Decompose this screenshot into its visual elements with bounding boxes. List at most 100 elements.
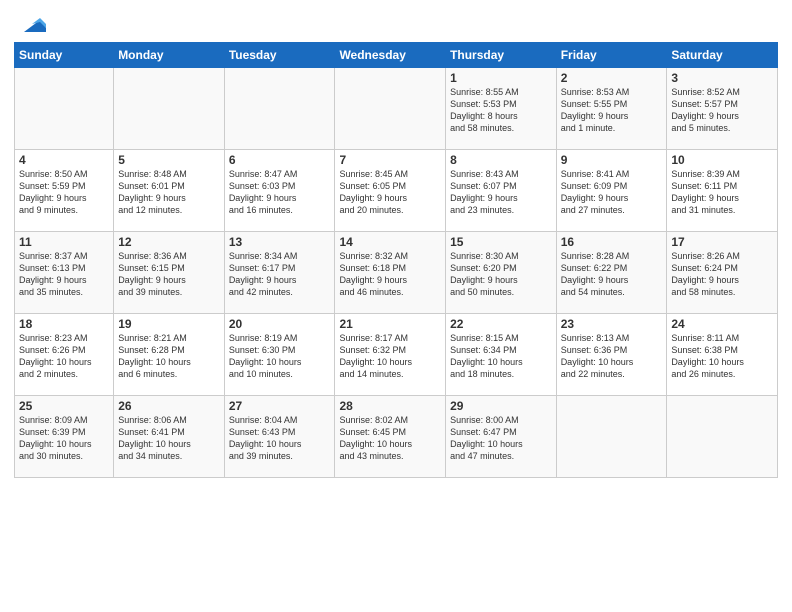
day-cell: 11Sunrise: 8:37 AM Sunset: 6:13 PM Dayli…	[15, 232, 114, 314]
day-number: 6	[229, 153, 331, 167]
day-info: Sunrise: 8:06 AM Sunset: 6:41 PM Dayligh…	[118, 414, 220, 463]
week-row-4: 18Sunrise: 8:23 AM Sunset: 6:26 PM Dayli…	[15, 314, 778, 396]
day-info: Sunrise: 8:19 AM Sunset: 6:30 PM Dayligh…	[229, 332, 331, 381]
day-info: Sunrise: 8:53 AM Sunset: 5:55 PM Dayligh…	[561, 86, 663, 135]
day-cell: 24Sunrise: 8:11 AM Sunset: 6:38 PM Dayli…	[667, 314, 778, 396]
day-number: 5	[118, 153, 220, 167]
week-row-2: 4Sunrise: 8:50 AM Sunset: 5:59 PM Daylig…	[15, 150, 778, 232]
day-cell: 15Sunrise: 8:30 AM Sunset: 6:20 PM Dayli…	[446, 232, 557, 314]
day-cell: 13Sunrise: 8:34 AM Sunset: 6:17 PM Dayli…	[224, 232, 335, 314]
day-cell: 6Sunrise: 8:47 AM Sunset: 6:03 PM Daylig…	[224, 150, 335, 232]
day-info: Sunrise: 8:04 AM Sunset: 6:43 PM Dayligh…	[229, 414, 331, 463]
day-number: 25	[19, 399, 109, 413]
day-number: 8	[450, 153, 552, 167]
day-info: Sunrise: 8:37 AM Sunset: 6:13 PM Dayligh…	[19, 250, 109, 299]
day-info: Sunrise: 8:43 AM Sunset: 6:07 PM Dayligh…	[450, 168, 552, 217]
day-number: 18	[19, 317, 109, 331]
day-number: 10	[671, 153, 773, 167]
day-info: Sunrise: 8:50 AM Sunset: 5:59 PM Dayligh…	[19, 168, 109, 217]
day-cell: 2Sunrise: 8:53 AM Sunset: 5:55 PM Daylig…	[556, 68, 667, 150]
day-cell: 18Sunrise: 8:23 AM Sunset: 6:26 PM Dayli…	[15, 314, 114, 396]
col-header-sunday: Sunday	[15, 43, 114, 68]
day-number: 7	[339, 153, 441, 167]
day-info: Sunrise: 8:30 AM Sunset: 6:20 PM Dayligh…	[450, 250, 552, 299]
day-number: 19	[118, 317, 220, 331]
day-info: Sunrise: 8:45 AM Sunset: 6:05 PM Dayligh…	[339, 168, 441, 217]
day-info: Sunrise: 8:15 AM Sunset: 6:34 PM Dayligh…	[450, 332, 552, 381]
day-cell	[114, 68, 225, 150]
day-number: 27	[229, 399, 331, 413]
day-number: 20	[229, 317, 331, 331]
day-number: 4	[19, 153, 109, 167]
col-header-monday: Monday	[114, 43, 225, 68]
day-number: 24	[671, 317, 773, 331]
col-header-friday: Friday	[556, 43, 667, 68]
day-cell: 7Sunrise: 8:45 AM Sunset: 6:05 PM Daylig…	[335, 150, 446, 232]
day-cell: 29Sunrise: 8:00 AM Sunset: 6:47 PM Dayli…	[446, 396, 557, 478]
day-cell: 19Sunrise: 8:21 AM Sunset: 6:28 PM Dayli…	[114, 314, 225, 396]
day-number: 17	[671, 235, 773, 249]
calendar-table: SundayMondayTuesdayWednesdayThursdayFrid…	[14, 42, 778, 478]
day-cell: 5Sunrise: 8:48 AM Sunset: 6:01 PM Daylig…	[114, 150, 225, 232]
day-number: 21	[339, 317, 441, 331]
day-number: 12	[118, 235, 220, 249]
day-cell: 28Sunrise: 8:02 AM Sunset: 6:45 PM Dayli…	[335, 396, 446, 478]
day-number: 15	[450, 235, 552, 249]
col-header-thursday: Thursday	[446, 43, 557, 68]
day-cell: 27Sunrise: 8:04 AM Sunset: 6:43 PM Dayli…	[224, 396, 335, 478]
day-number: 2	[561, 71, 663, 85]
day-cell: 9Sunrise: 8:41 AM Sunset: 6:09 PM Daylig…	[556, 150, 667, 232]
day-info: Sunrise: 8:11 AM Sunset: 6:38 PM Dayligh…	[671, 332, 773, 381]
day-info: Sunrise: 8:34 AM Sunset: 6:17 PM Dayligh…	[229, 250, 331, 299]
day-cell: 26Sunrise: 8:06 AM Sunset: 6:41 PM Dayli…	[114, 396, 225, 478]
day-cell	[556, 396, 667, 478]
header-row-days: SundayMondayTuesdayWednesdayThursdayFrid…	[15, 43, 778, 68]
day-number: 14	[339, 235, 441, 249]
day-info: Sunrise: 8:28 AM Sunset: 6:22 PM Dayligh…	[561, 250, 663, 299]
day-info: Sunrise: 8:13 AM Sunset: 6:36 PM Dayligh…	[561, 332, 663, 381]
day-number: 28	[339, 399, 441, 413]
day-cell: 20Sunrise: 8:19 AM Sunset: 6:30 PM Dayli…	[224, 314, 335, 396]
day-cell: 23Sunrise: 8:13 AM Sunset: 6:36 PM Dayli…	[556, 314, 667, 396]
day-number: 16	[561, 235, 663, 249]
day-info: Sunrise: 8:55 AM Sunset: 5:53 PM Dayligh…	[450, 86, 552, 135]
day-info: Sunrise: 8:48 AM Sunset: 6:01 PM Dayligh…	[118, 168, 220, 217]
day-number: 1	[450, 71, 552, 85]
day-number: 23	[561, 317, 663, 331]
day-cell: 1Sunrise: 8:55 AM Sunset: 5:53 PM Daylig…	[446, 68, 557, 150]
day-info: Sunrise: 8:09 AM Sunset: 6:39 PM Dayligh…	[19, 414, 109, 463]
day-info: Sunrise: 8:39 AM Sunset: 6:11 PM Dayligh…	[671, 168, 773, 217]
logo	[14, 14, 46, 38]
day-info: Sunrise: 8:02 AM Sunset: 6:45 PM Dayligh…	[339, 414, 441, 463]
day-number: 26	[118, 399, 220, 413]
col-header-tuesday: Tuesday	[224, 43, 335, 68]
day-info: Sunrise: 8:36 AM Sunset: 6:15 PM Dayligh…	[118, 250, 220, 299]
page-container: SundayMondayTuesdayWednesdayThursdayFrid…	[0, 0, 792, 486]
day-number: 22	[450, 317, 552, 331]
day-number: 3	[671, 71, 773, 85]
day-info: Sunrise: 8:47 AM Sunset: 6:03 PM Dayligh…	[229, 168, 331, 217]
day-info: Sunrise: 8:32 AM Sunset: 6:18 PM Dayligh…	[339, 250, 441, 299]
day-cell: 21Sunrise: 8:17 AM Sunset: 6:32 PM Dayli…	[335, 314, 446, 396]
day-number: 13	[229, 235, 331, 249]
day-cell: 16Sunrise: 8:28 AM Sunset: 6:22 PM Dayli…	[556, 232, 667, 314]
col-header-saturday: Saturday	[667, 43, 778, 68]
day-info: Sunrise: 8:41 AM Sunset: 6:09 PM Dayligh…	[561, 168, 663, 217]
day-number: 9	[561, 153, 663, 167]
day-cell: 3Sunrise: 8:52 AM Sunset: 5:57 PM Daylig…	[667, 68, 778, 150]
day-cell: 17Sunrise: 8:26 AM Sunset: 6:24 PM Dayli…	[667, 232, 778, 314]
day-cell	[667, 396, 778, 478]
day-info: Sunrise: 8:23 AM Sunset: 6:26 PM Dayligh…	[19, 332, 109, 381]
day-number: 11	[19, 235, 109, 249]
day-cell	[335, 68, 446, 150]
day-cell: 10Sunrise: 8:39 AM Sunset: 6:11 PM Dayli…	[667, 150, 778, 232]
logo-icon	[18, 10, 46, 38]
day-info: Sunrise: 8:00 AM Sunset: 6:47 PM Dayligh…	[450, 414, 552, 463]
day-info: Sunrise: 8:26 AM Sunset: 6:24 PM Dayligh…	[671, 250, 773, 299]
col-header-wednesday: Wednesday	[335, 43, 446, 68]
day-cell: 4Sunrise: 8:50 AM Sunset: 5:59 PM Daylig…	[15, 150, 114, 232]
day-cell: 25Sunrise: 8:09 AM Sunset: 6:39 PM Dayli…	[15, 396, 114, 478]
day-info: Sunrise: 8:21 AM Sunset: 6:28 PM Dayligh…	[118, 332, 220, 381]
day-cell: 22Sunrise: 8:15 AM Sunset: 6:34 PM Dayli…	[446, 314, 557, 396]
header-row	[14, 10, 778, 38]
